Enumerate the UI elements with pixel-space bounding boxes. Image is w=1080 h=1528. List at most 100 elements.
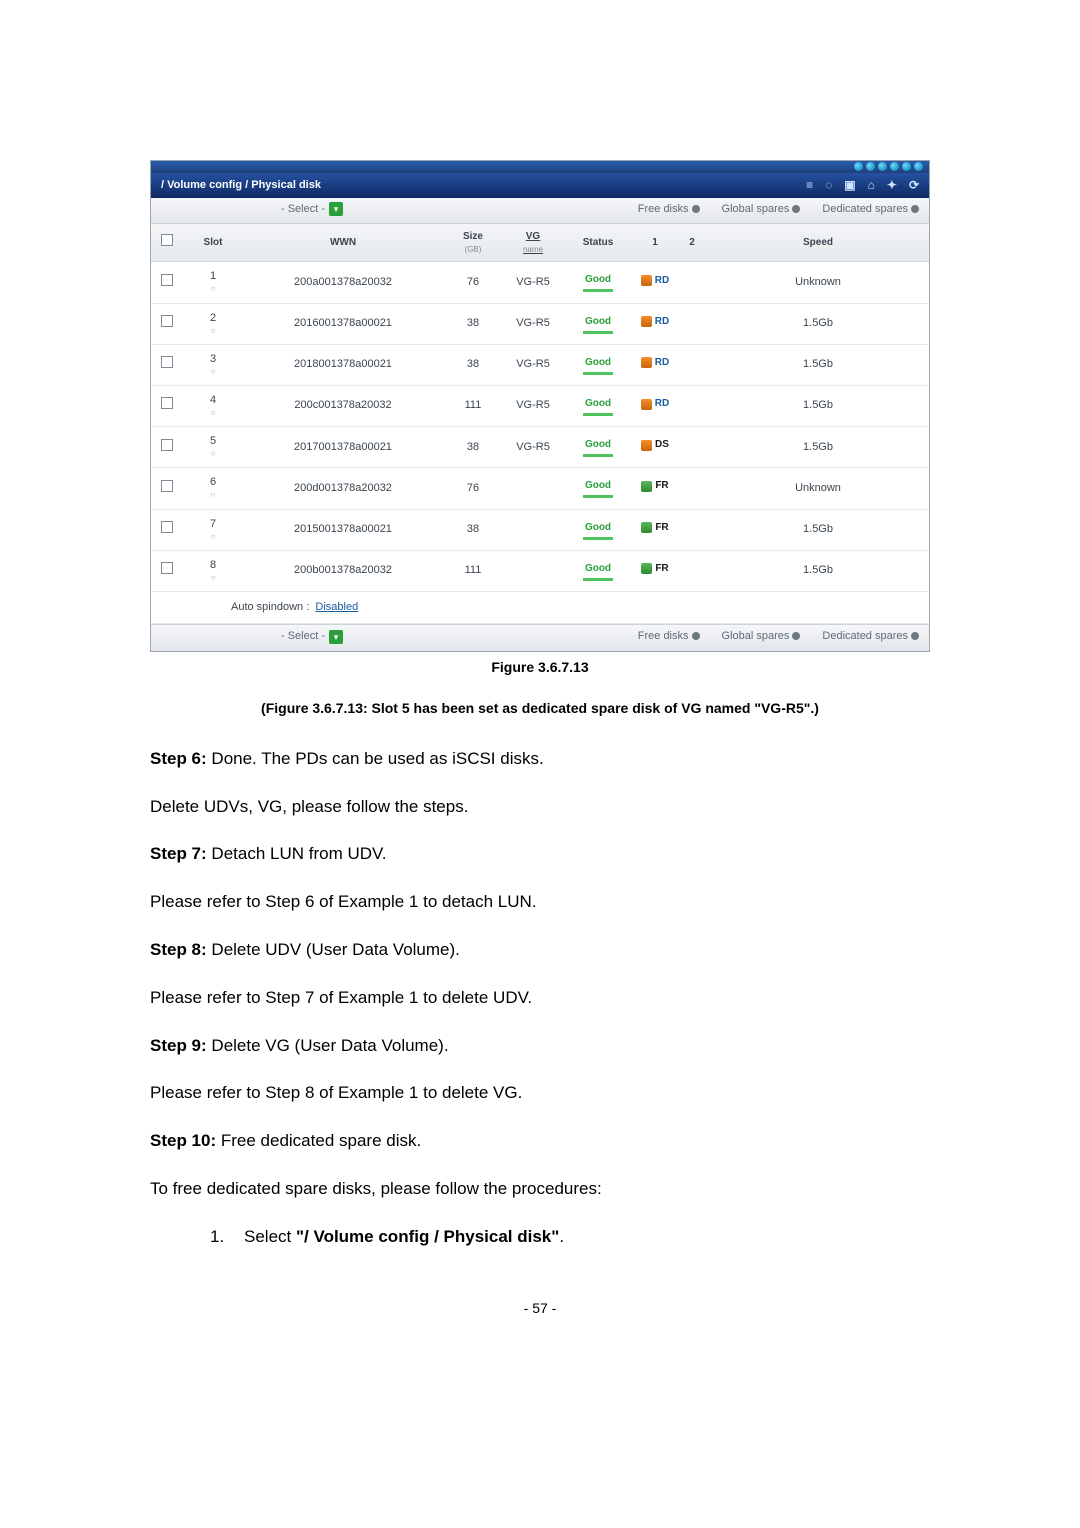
col-vg: VGname <box>503 224 563 262</box>
col-2: 2 <box>677 224 707 262</box>
table-row: 2○2016001378a0002138VG-R5GoodRD1.5Gb <box>151 303 929 344</box>
step10-label: Step 10: <box>150 1131 216 1150</box>
row-checkbox[interactable] <box>161 356 173 368</box>
toolbar-icons[interactable]: ≡ ◌ ▣ ⌂ ✦ ⟳ <box>806 177 919 194</box>
slot-cell: 1○ <box>183 262 243 303</box>
col-wwn: WWN <box>243 224 443 262</box>
wwn-cell: 2018001378a00021 <box>243 344 443 385</box>
wwn-cell: 200c001378a20032 <box>243 385 443 426</box>
wwn-cell: 200b001378a20032 <box>243 550 443 591</box>
col-speed: Speed <box>707 224 929 262</box>
table-row: 1○200a001378a2003276VG-R5GoodRDUnknown <box>151 262 929 303</box>
step9-label: Step 9: <box>150 1036 207 1055</box>
slot-cell: 5○ <box>183 427 243 468</box>
chevron-down-icon: ▾ <box>329 202 343 216</box>
free-disks-button[interactable]: Free disks <box>638 202 700 217</box>
vg-cell: VG-R5 <box>503 385 563 426</box>
slot-cell: 2○ <box>183 303 243 344</box>
panel-title-bar: / Volume config / Physical disk ≡ ◌ ▣ ⌂ … <box>151 173 929 198</box>
wwn-cell: 200a001378a20032 <box>243 262 443 303</box>
breadcrumb: / Volume config / Physical disk <box>161 178 321 193</box>
save-icon: ▣ <box>844 177 855 194</box>
table-row: 4○200c001378a20032111VG-R5GoodRD1.5Gb <box>151 385 929 426</box>
free-disks-button[interactable]: Free disks <box>638 629 700 644</box>
row-checkbox[interactable] <box>161 521 173 533</box>
spindown-row: Auto spindown : Disabled <box>151 592 929 624</box>
size-cell: 111 <box>443 385 503 426</box>
figure-caption: (Figure 3.6.7.13: Slot 5 has been set as… <box>150 699 930 719</box>
physical-disk-panel: / Volume config / Physical disk ≡ ◌ ▣ ⌂ … <box>150 160 930 652</box>
list-icon: ≡ <box>806 177 813 194</box>
col-size: Size(GB) <box>443 224 503 262</box>
panel-decoration <box>151 161 929 173</box>
step6-label: Step 6: <box>150 749 207 768</box>
role-icon <box>641 563 652 574</box>
speed-cell: 1.5Gb <box>707 385 929 426</box>
role-cell: RD <box>633 344 677 385</box>
wwn-cell: 200d001378a20032 <box>243 468 443 509</box>
size-cell: 38 <box>443 427 503 468</box>
vg-cell <box>503 468 563 509</box>
select-dropdown-bottom[interactable]: - Select - ▾ <box>161 629 343 644</box>
vg-cell <box>503 550 563 591</box>
role-icon <box>641 357 652 368</box>
select-dropdown[interactable]: - Select - ▾ <box>161 202 343 217</box>
dedicated-spares-button[interactable]: Dedicated spares <box>822 629 919 644</box>
action-row-top: - Select - ▾ Free disks Global spares De… <box>151 198 929 224</box>
role-cell: DS <box>633 427 677 468</box>
page-number: - 57 - <box>150 1299 930 1319</box>
user-icon: ◌ <box>825 177 832 194</box>
row-checkbox[interactable] <box>161 315 173 327</box>
table-row: 8○200b001378a20032111GoodFR1.5Gb <box>151 550 929 591</box>
dedicated-spares-button[interactable]: Dedicated spares <box>822 202 919 217</box>
refresh-icon: ⟳ <box>909 177 919 194</box>
select-all-checkbox[interactable] <box>161 234 173 246</box>
disk-table: Slot WWN Size(GB) VGname Status 1 2 Spee… <box>151 224 929 592</box>
role-cell: RD <box>633 303 677 344</box>
role-icon <box>641 399 652 410</box>
size-cell: 111 <box>443 550 503 591</box>
row-checkbox[interactable] <box>161 397 173 409</box>
vg-cell: VG-R5 <box>503 262 563 303</box>
table-row: 3○2018001378a0002138VG-R5GoodRD1.5Gb <box>151 344 929 385</box>
speed-cell: Unknown <box>707 468 929 509</box>
role-cell: FR <box>633 509 677 550</box>
role-cell: RD <box>633 262 677 303</box>
wwn-cell: 2015001378a00021 <box>243 509 443 550</box>
vg-cell: VG-R5 <box>503 344 563 385</box>
role-cell: RD <box>633 385 677 426</box>
speed-cell: Unknown <box>707 262 929 303</box>
vg-cell <box>503 509 563 550</box>
role-icon <box>641 522 652 533</box>
row-checkbox[interactable] <box>161 480 173 492</box>
slot-cell: 7○ <box>183 509 243 550</box>
global-spares-button[interactable]: Global spares <box>722 629 801 644</box>
speed-cell: 1.5Gb <box>707 509 929 550</box>
status-cell: Good <box>563 427 633 468</box>
wwn-cell: 2017001378a00021 <box>243 427 443 468</box>
step8-label: Step 8: <box>150 940 207 959</box>
slot-cell: 6○ <box>183 468 243 509</box>
status-cell: Good <box>563 385 633 426</box>
row-checkbox[interactable] <box>161 562 173 574</box>
vg-cell: VG-R5 <box>503 303 563 344</box>
row-checkbox[interactable] <box>161 439 173 451</box>
table-row: 7○2015001378a0002138GoodFR1.5Gb <box>151 509 929 550</box>
speed-cell: 1.5Gb <box>707 550 929 591</box>
status-cell: Good <box>563 509 633 550</box>
role-cell: FR <box>633 550 677 591</box>
role-icon <box>641 481 652 492</box>
col-slot: Slot <box>183 224 243 262</box>
status-cell: Good <box>563 262 633 303</box>
list-item-1: 1.Select "/ Volume config / Physical dis… <box>210 1225 930 1249</box>
wwn-cell: 2016001378a00021 <box>243 303 443 344</box>
status-cell: Good <box>563 303 633 344</box>
table-row: 5○2017001378a0002138VG-R5GoodDS1.5Gb <box>151 427 929 468</box>
row-checkbox[interactable] <box>161 274 173 286</box>
step7-label: Step 7: <box>150 844 207 863</box>
status-cell: Good <box>563 550 633 591</box>
col-status: Status <box>563 224 633 262</box>
table-row: 6○200d001378a2003276GoodFRUnknown <box>151 468 929 509</box>
global-spares-button[interactable]: Global spares <box>722 202 801 217</box>
spindown-value[interactable]: Disabled <box>315 601 358 613</box>
